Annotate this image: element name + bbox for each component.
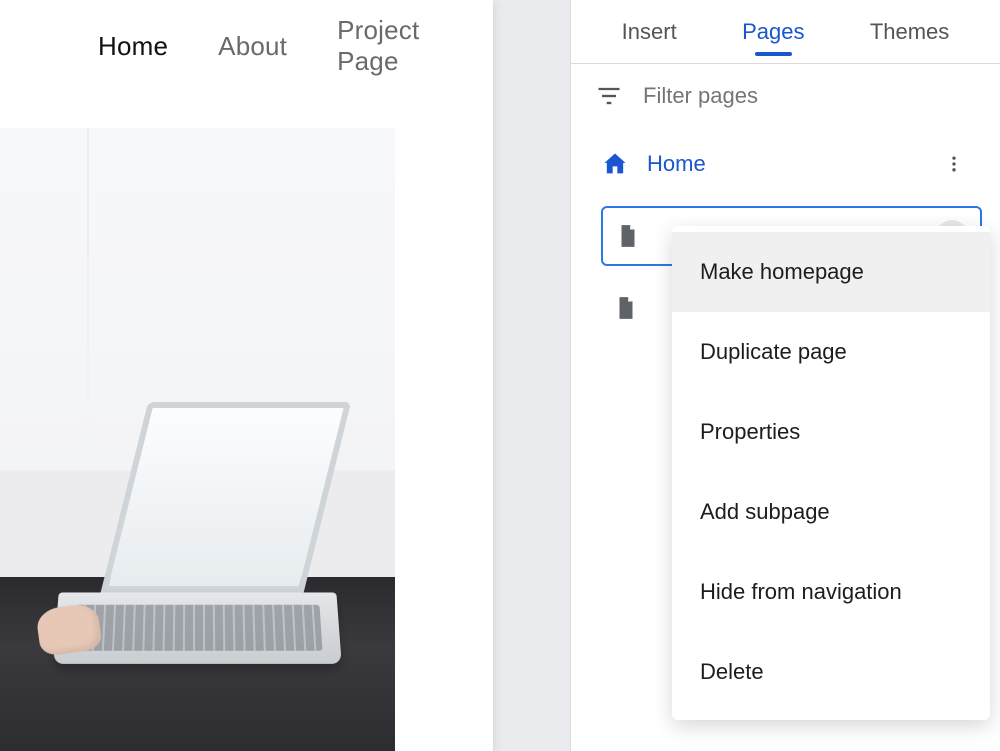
menu-hide-from-navigation[interactable]: Hide from navigation	[672, 552, 990, 632]
panel-tabs: Insert Pages Themes	[571, 0, 1000, 64]
page-context-menu: Make homepage Duplicate page Properties …	[672, 226, 990, 720]
hero-image	[0, 128, 395, 751]
page-row-label: Home	[647, 151, 706, 177]
menu-duplicate-page[interactable]: Duplicate page	[672, 312, 990, 392]
home-icon	[601, 150, 629, 178]
preview-canvas: Home About Project Page	[0, 0, 540, 751]
page-icon	[613, 295, 639, 321]
nav-link-project-page[interactable]: Project Page	[337, 15, 463, 77]
tab-themes[interactable]: Themes	[866, 9, 953, 55]
menu-add-subpage[interactable]: Add subpage	[672, 472, 990, 552]
site-nav: Home About Project Page	[0, 0, 493, 92]
site-preview: Home About Project Page	[0, 0, 493, 751]
nav-link-home[interactable]: Home	[98, 31, 168, 62]
page-row-home[interactable]: Home	[589, 134, 982, 194]
menu-make-homepage[interactable]: Make homepage	[672, 232, 990, 312]
nav-link-about[interactable]: About	[218, 31, 287, 62]
menu-delete[interactable]: Delete	[672, 632, 990, 712]
more-icon[interactable]	[938, 148, 970, 180]
tab-insert[interactable]: Insert	[618, 9, 681, 55]
page-icon	[615, 223, 641, 249]
filter-input[interactable]	[641, 82, 976, 110]
menu-properties[interactable]: Properties	[672, 392, 990, 472]
tab-pages[interactable]: Pages	[738, 9, 808, 55]
filter-icon	[595, 82, 623, 110]
filter-row	[571, 64, 1000, 128]
